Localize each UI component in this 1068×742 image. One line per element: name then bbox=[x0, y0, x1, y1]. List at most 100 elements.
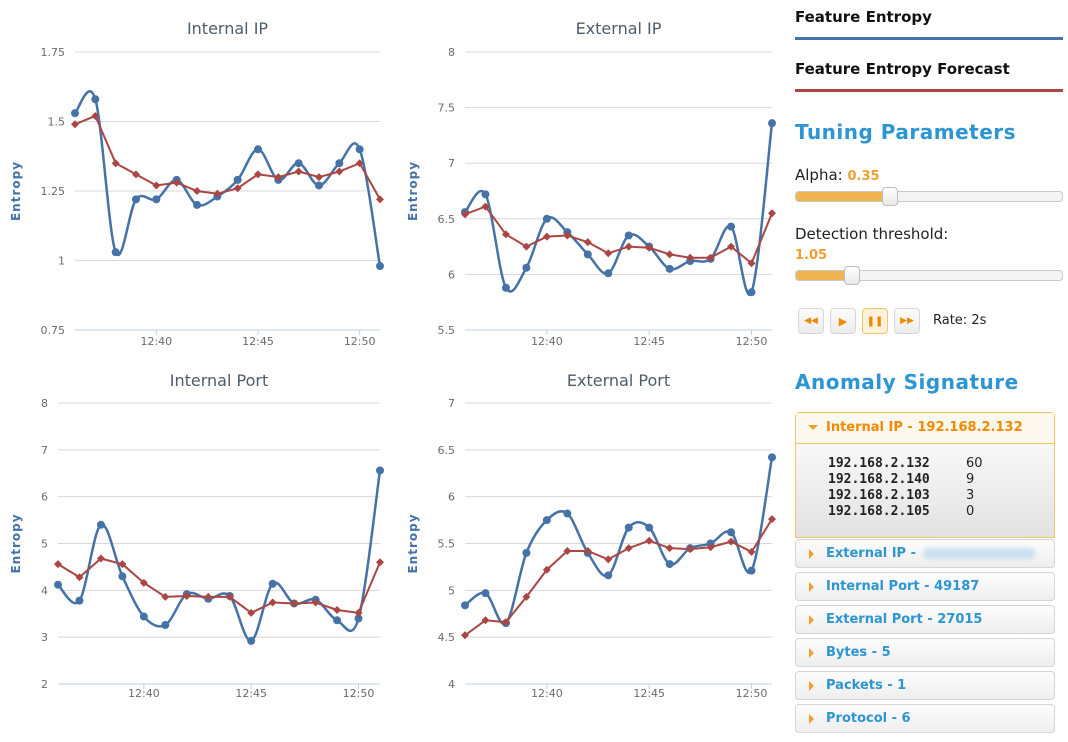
threshold-slider-handle[interactable] bbox=[844, 266, 860, 285]
forecast-point[interactable] bbox=[604, 249, 613, 258]
entropy-point[interactable] bbox=[247, 636, 256, 645]
entropy-point[interactable] bbox=[563, 509, 572, 518]
forecast-point[interactable] bbox=[665, 544, 674, 553]
forecast-point[interactable] bbox=[294, 167, 303, 176]
entropy-point[interactable] bbox=[75, 596, 84, 605]
entropy-point[interactable] bbox=[645, 523, 654, 532]
forecast-point[interactable] bbox=[268, 598, 277, 607]
entropy-point[interactable] bbox=[727, 528, 736, 537]
forecast-point[interactable] bbox=[152, 181, 161, 190]
forecast-point[interactable] bbox=[315, 173, 323, 182]
entropy-point[interactable] bbox=[604, 269, 613, 278]
entropy-point[interactable] bbox=[542, 214, 551, 223]
alpha-slider[interactable] bbox=[795, 187, 1063, 206]
entropy-point[interactable] bbox=[376, 466, 384, 475]
entropy-point[interactable] bbox=[355, 145, 364, 154]
entropy-point[interactable] bbox=[747, 288, 756, 297]
forecast-point[interactable] bbox=[193, 187, 201, 195]
alpha-slider-handle[interactable] bbox=[882, 187, 898, 206]
accordion-external-ip[interactable]: External IP - bbox=[795, 539, 1055, 568]
entropy-point[interactable] bbox=[54, 580, 62, 589]
entropy-point[interactable] bbox=[111, 248, 120, 257]
entropy-point[interactable] bbox=[254, 145, 262, 154]
signature-title: Anomaly Signature bbox=[795, 370, 1019, 394]
entropy-point[interactable] bbox=[747, 566, 756, 575]
accordion-packets[interactable]: Packets - 1 bbox=[795, 671, 1055, 700]
entropy-point[interactable] bbox=[132, 195, 140, 204]
entropy-point[interactable] bbox=[522, 263, 531, 272]
accordion-label: Packets - 1 bbox=[826, 678, 907, 693]
entropy-point[interactable] bbox=[481, 190, 490, 199]
legend-entropy-label[interactable]: Feature Entropy bbox=[795, 8, 1063, 26]
forecast-point[interactable] bbox=[542, 232, 551, 241]
alpha-value: 0.35 bbox=[847, 169, 880, 184]
accordion-label: Bytes - 5 bbox=[826, 645, 891, 660]
entropy-point[interactable] bbox=[315, 181, 323, 190]
ip: 192.168.2.103 bbox=[828, 488, 930, 503]
accordion-internal-port[interactable]: Internal Port - 49187 bbox=[795, 572, 1055, 601]
entropy-point[interactable] bbox=[481, 589, 490, 598]
entropy-point[interactable] bbox=[376, 262, 384, 271]
forecast-point[interactable] bbox=[624, 544, 633, 553]
entropy-point[interactable] bbox=[461, 601, 469, 610]
forecast-point[interactable] bbox=[376, 195, 384, 204]
entropy-point[interactable] bbox=[501, 283, 510, 292]
accordion-protocol[interactable]: Protocol - 6 bbox=[795, 704, 1055, 733]
chart-title: External Port bbox=[567, 371, 670, 390]
entropy-point[interactable] bbox=[161, 620, 170, 629]
forecast-point[interactable] bbox=[376, 558, 384, 567]
y-tick-label: 4 bbox=[448, 678, 455, 691]
chart-svg: 4 4.5 5 5.5 6 6.5 7 12:40 12:45 12:50 External Por… bbox=[406, 371, 776, 700]
forecast-point[interactable] bbox=[132, 170, 140, 179]
entropy-point[interactable] bbox=[542, 516, 551, 525]
entropy-point[interactable] bbox=[768, 453, 776, 462]
threshold-slider[interactable] bbox=[795, 266, 1063, 285]
series-line-forecast bbox=[74, 114, 381, 200]
accordion-bytes[interactable]: Bytes - 5 bbox=[795, 638, 1055, 667]
entropy-point[interactable] bbox=[118, 572, 127, 581]
y-tick-label: 7 bbox=[448, 157, 455, 170]
entropy-point[interactable] bbox=[522, 548, 531, 557]
fast-forward-button[interactable]: ▶▶ bbox=[894, 308, 920, 334]
ip: 192.168.2.132 bbox=[828, 456, 930, 471]
entropy-point[interactable] bbox=[91, 95, 100, 104]
entropy-point[interactable] bbox=[335, 159, 344, 168]
entropy-point[interactable] bbox=[333, 616, 342, 625]
forecast-point[interactable] bbox=[665, 250, 674, 259]
entropy-point[interactable] bbox=[96, 520, 105, 529]
entropy-point[interactable] bbox=[665, 560, 674, 569]
forecast-point[interactable] bbox=[604, 555, 613, 564]
play-button[interactable]: ▶ bbox=[830, 308, 856, 334]
entropy-point[interactable] bbox=[294, 159, 303, 168]
y-tick-label: 5 bbox=[448, 584, 455, 597]
forecast-point[interactable] bbox=[333, 606, 342, 615]
forecast-point[interactable] bbox=[583, 238, 592, 247]
entropy-point[interactable] bbox=[193, 200, 201, 209]
forecast-point[interactable] bbox=[624, 242, 633, 251]
entropy-point[interactable] bbox=[665, 264, 674, 273]
entropy-point[interactable] bbox=[604, 571, 613, 580]
legend-forecast-label[interactable]: Feature Entropy Forecast bbox=[795, 60, 1063, 78]
y-tick-label: 3 bbox=[41, 631, 48, 644]
entropy-point[interactable] bbox=[624, 523, 633, 532]
entropy-point[interactable] bbox=[768, 119, 776, 128]
accordion-external-port[interactable]: External Port - 27015 bbox=[795, 605, 1055, 634]
accordion-internal-ip[interactable]: Internal IP - 192.168.2.132 192.168.2.13… bbox=[795, 412, 1055, 538]
entropy-point[interactable] bbox=[71, 109, 79, 118]
entropy-point[interactable] bbox=[268, 579, 277, 588]
pause-button[interactable]: ❚❚ bbox=[862, 308, 888, 334]
entropy-point[interactable] bbox=[727, 222, 736, 231]
forecast-point[interactable] bbox=[335, 167, 344, 176]
forecast-point[interactable] bbox=[111, 159, 120, 168]
entropy-point[interactable] bbox=[233, 175, 242, 184]
rewind-button[interactable]: ◀◀ bbox=[798, 308, 824, 334]
entropy-point[interactable] bbox=[624, 231, 633, 240]
caret-right-icon bbox=[809, 549, 814, 559]
entropy-point[interactable] bbox=[139, 612, 148, 621]
accordion-header[interactable]: Internal IP - 192.168.2.132 bbox=[796, 413, 1054, 444]
entropy-point[interactable] bbox=[583, 250, 592, 259]
entropy-point[interactable] bbox=[152, 195, 161, 204]
forecast-point[interactable] bbox=[768, 209, 776, 218]
y-tick-label: 0.75 bbox=[41, 324, 66, 337]
caret-down-icon bbox=[808, 425, 818, 430]
